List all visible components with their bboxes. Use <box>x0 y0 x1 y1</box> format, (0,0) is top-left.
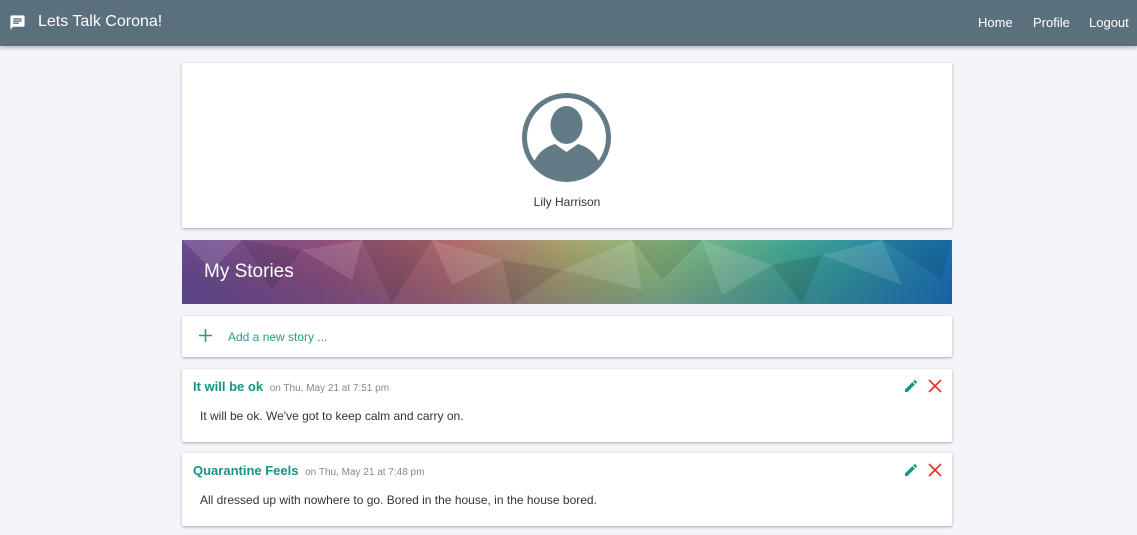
story-title[interactable]: Quarantine Feels on Thu, May 21 at 7:48 … <box>193 463 424 478</box>
story-date: on Thu, May 21 at 7:51 pm <box>269 383 390 394</box>
pencil-icon[interactable] <box>903 462 919 478</box>
top-navbar: Lets Talk Corona! Home Profile Logout <box>0 0 1137 46</box>
story-date: on Thu, May 21 at 7:48 pm <box>305 467 425 478</box>
close-icon[interactable] <box>928 379 942 393</box>
close-icon[interactable] <box>928 463 942 477</box>
section-title: My Stories <box>204 261 294 282</box>
story-card: Quarantine Feels on Thu, May 21 at 7:48 … <box>182 453 952 526</box>
profile-name: Lily Harrison <box>533 195 601 209</box>
story-card: It will be ok on Thu, May 21 at 7:51 pm … <box>182 369 952 442</box>
story-body: All dressed up with nowhere to go. Bored… <box>200 493 597 507</box>
add-story-button[interactable]: Add a new story ... <box>182 316 952 357</box>
chat-icon[interactable] <box>9 14 26 31</box>
add-story-label[interactable]: Add a new story ... <box>228 330 327 344</box>
profile-card: Lily Harrison <box>182 63 952 228</box>
nav-profile-link[interactable]: Profile <box>1025 0 1078 46</box>
story-title-text[interactable]: Quarantine Feels <box>193 463 298 478</box>
banner-background <box>182 240 952 304</box>
plus-icon[interactable] <box>199 329 212 342</box>
nav-logout-link[interactable]: Logout <box>1081 0 1137 46</box>
app-title[interactable]: Lets Talk Corona! <box>38 13 162 31</box>
my-stories-banner: My Stories <box>182 240 952 304</box>
story-title-text[interactable]: It will be ok <box>193 379 263 394</box>
nav-home-link[interactable]: Home <box>970 0 1021 46</box>
pencil-icon[interactable] <box>903 378 919 394</box>
story-body: It will be ok. We've got to keep calm an… <box>200 409 464 423</box>
account-circle-icon <box>522 93 611 182</box>
story-title[interactable]: It will be ok on Thu, May 21 at 7:51 pm <box>193 379 389 394</box>
